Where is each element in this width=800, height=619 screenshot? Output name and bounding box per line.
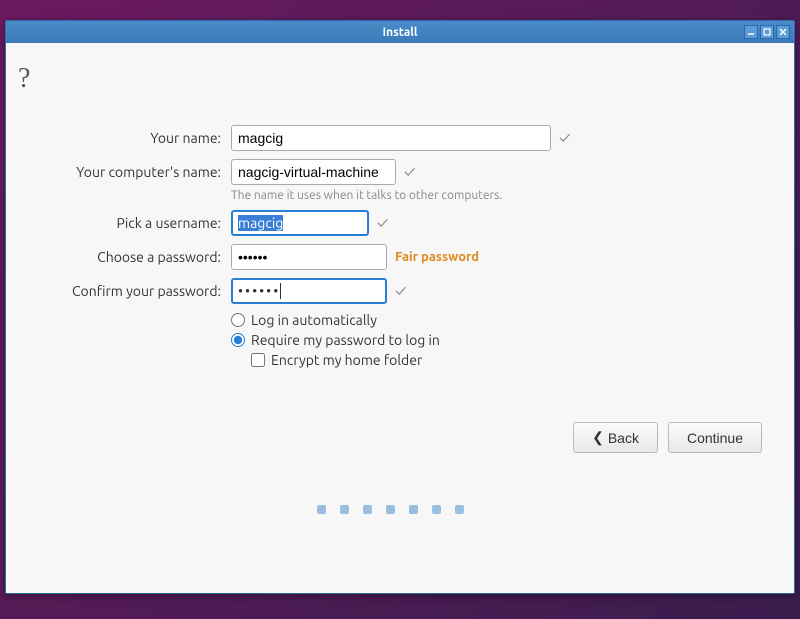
computer-input[interactable] (231, 159, 396, 185)
login-auto-radio[interactable] (231, 313, 245, 327)
password-strength: Fair password (395, 250, 479, 264)
help-icon: ? (18, 63, 764, 95)
username-input[interactable]: magcig (231, 210, 369, 236)
maximize-button[interactable] (760, 25, 774, 39)
minimize-button[interactable] (744, 25, 758, 39)
confirm-label: Confirm your password: (16, 283, 231, 299)
install-window: Install ? Your name: ✓ Your computer's n… (5, 20, 795, 594)
dot (340, 505, 349, 514)
computer-label: Your computer's name: (16, 164, 231, 180)
dot (409, 505, 418, 514)
password-label: Choose a password: (16, 249, 231, 265)
progress-dots (16, 505, 764, 514)
computer-hint: The name it uses when it talks to other … (231, 189, 764, 202)
back-button[interactable]: ❮ Back (573, 422, 658, 453)
check-icon: ✓ (395, 282, 406, 300)
confirm-input[interactable]: •••••• (231, 278, 387, 304)
encrypt-checkbox[interactable] (251, 353, 265, 367)
login-require-radio[interactable] (231, 333, 245, 347)
user-form: Your name: ✓ Your computer's name: ✓ The… (16, 125, 764, 514)
titlebar: Install (6, 21, 794, 43)
continue-button[interactable]: Continue (668, 422, 762, 453)
dot (363, 505, 372, 514)
name-label: Your name: (16, 130, 231, 146)
encrypt-option[interactable]: Encrypt my home folder (251, 352, 764, 368)
dot (432, 505, 441, 514)
check-icon: ✓ (377, 214, 388, 232)
window-title: Install (382, 26, 417, 39)
nav-buttons: ❮ Back Continue (16, 422, 764, 453)
dot (317, 505, 326, 514)
login-auto-option[interactable]: Log in automatically (231, 312, 764, 328)
chevron-left-icon: ❮ (592, 429, 604, 446)
password-input[interactable] (231, 244, 387, 270)
username-label: Pick a username: (16, 215, 231, 231)
dot (455, 505, 464, 514)
content-area: ? Your name: ✓ Your computer's name: ✓ T… (6, 43, 794, 593)
text-cursor (280, 283, 281, 299)
login-options: Log in automatically Require my password… (231, 312, 764, 368)
login-require-option[interactable]: Require my password to log in (231, 332, 764, 348)
close-button[interactable] (776, 25, 790, 39)
check-icon: ✓ (404, 163, 415, 181)
titlebar-buttons (744, 25, 790, 39)
check-icon: ✓ (559, 129, 570, 147)
name-input[interactable] (231, 125, 551, 151)
dot (386, 505, 395, 514)
